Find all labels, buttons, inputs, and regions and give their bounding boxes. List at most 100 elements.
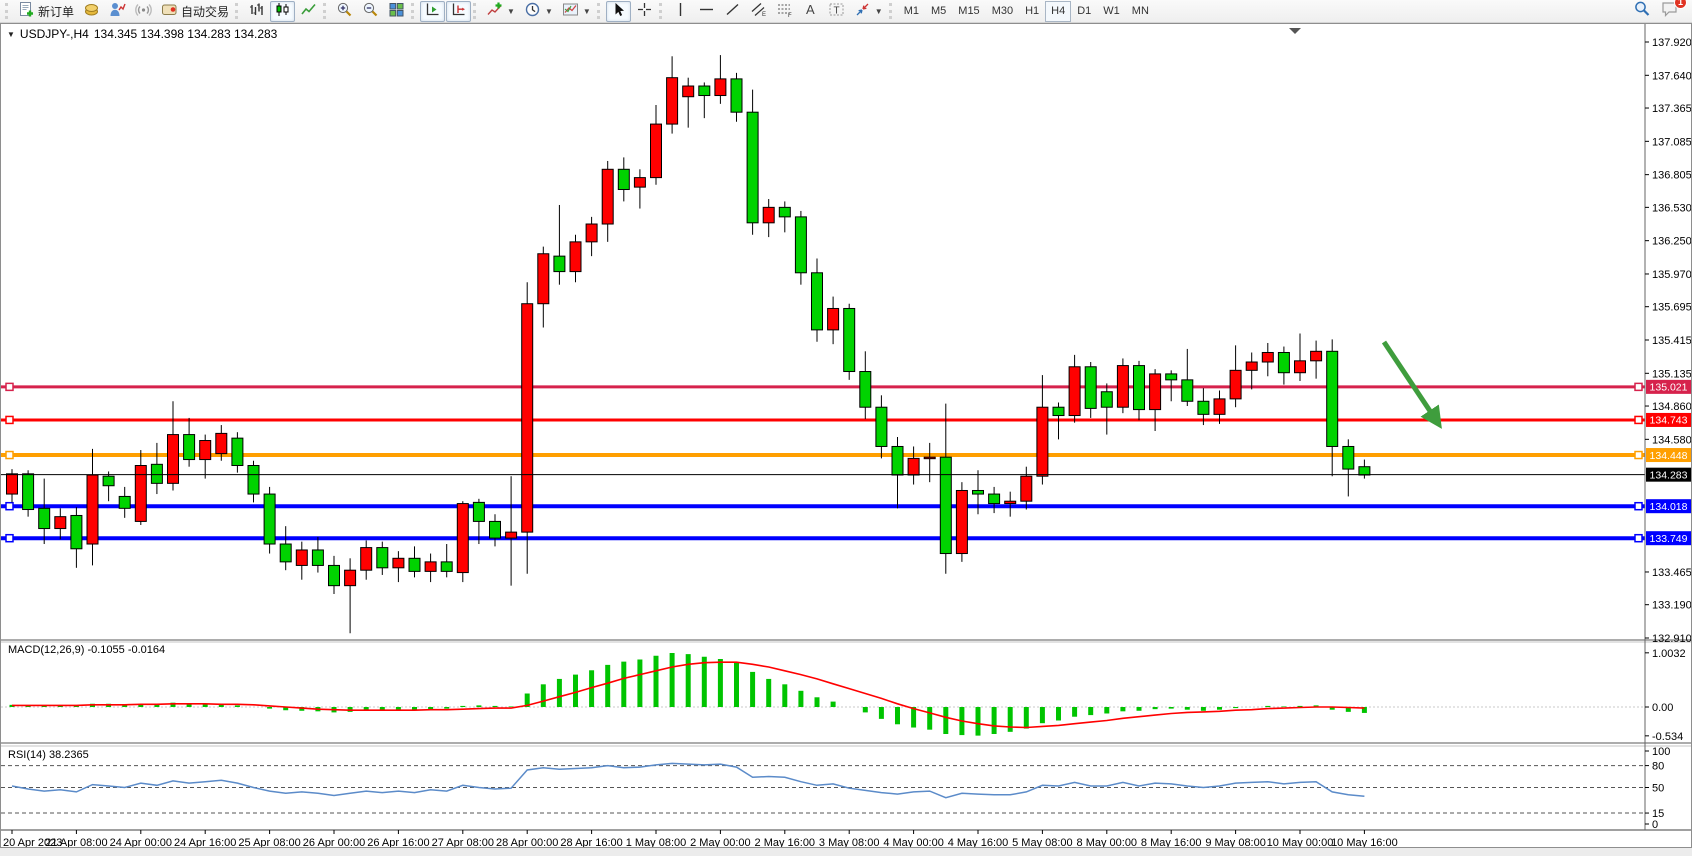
- arrows-button[interactable]: ▼: [850, 1, 887, 22]
- zoom-in-button[interactable]: [332, 1, 357, 22]
- tf-h1-button[interactable]: H1: [1019, 1, 1045, 22]
- candle: [7, 469, 18, 502]
- line-chart-button[interactable]: [296, 1, 321, 22]
- candle: [586, 217, 597, 256]
- hline-134448[interactable]: [1, 452, 1645, 459]
- collapse-triangle-icon[interactable]: ▼: [7, 30, 15, 39]
- periods-button[interactable]: ▼: [520, 1, 557, 22]
- time-label: 24 Apr 00:00: [110, 837, 172, 847]
- chat-button[interactable]: 1: [1661, 0, 1680, 23]
- time-label: 10 May 00:00: [1267, 837, 1334, 847]
- search-icon[interactable]: [1633, 0, 1651, 23]
- autoscroll-icon: [424, 1, 441, 21]
- candle: [23, 470, 34, 516]
- text-button[interactable]: A: [798, 1, 823, 22]
- candle: [1311, 341, 1322, 379]
- text-label-icon: T: [828, 1, 845, 21]
- trendline-button[interactable]: [720, 1, 745, 22]
- templates-button[interactable]: ▼: [558, 1, 595, 22]
- time-label: 21 Apr 08:00: [45, 837, 107, 847]
- candle: [1359, 460, 1370, 479]
- rsi-tick-label: 100: [1652, 746, 1670, 758]
- vertical-line-icon: [672, 1, 689, 21]
- hline-134018[interactable]: [1, 503, 1645, 510]
- price-tick-label: 134.860: [1652, 401, 1691, 413]
- vertical-line-button[interactable]: [668, 1, 693, 22]
- candle: [280, 526, 291, 570]
- cursor-button[interactable]: [606, 1, 631, 22]
- tf-d1-button[interactable]: D1: [1071, 1, 1097, 22]
- tf-m15-button[interactable]: M15: [952, 1, 985, 22]
- hline-133749[interactable]: [1, 535, 1645, 542]
- tile-windows-button[interactable]: [384, 1, 409, 22]
- candle: [1117, 358, 1128, 413]
- indicators-button[interactable]: ▼: [482, 1, 519, 22]
- time-label: 26 Apr 00:00: [303, 837, 365, 847]
- candle: [844, 304, 855, 380]
- price-tick-label: 133.190: [1652, 600, 1691, 612]
- price-tick-label: 132.910: [1652, 633, 1691, 645]
- hline-135021[interactable]: [1, 383, 1645, 390]
- candle: [1150, 369, 1161, 431]
- text-label-button[interactable]: T: [824, 1, 849, 22]
- profile-button[interactable]: [105, 1, 130, 22]
- styles-button[interactable]: [79, 1, 104, 22]
- bar-chart-button[interactable]: [244, 1, 269, 22]
- price-tick-label: 137.365: [1652, 103, 1691, 115]
- toolbar-grip: [323, 3, 328, 19]
- symbol-period-label: USDJPY-,H4: [20, 27, 89, 41]
- autotrading-button[interactable]: 自动交易: [157, 1, 233, 22]
- chart-canvas[interactable]: 137.920137.640137.365137.085136.805136.5…: [1, 24, 1691, 847]
- candle: [860, 351, 871, 419]
- toolbar-grip: [889, 3, 894, 19]
- candle: [699, 82, 710, 118]
- tf-m1-button[interactable]: M1: [898, 1, 925, 22]
- trend-arrow-annotation[interactable]: [1384, 342, 1438, 423]
- candle: [538, 247, 549, 328]
- tf-mn-button[interactable]: MN: [1126, 1, 1155, 22]
- time-label: 28 Apr 16:00: [560, 837, 622, 847]
- equidistant-channel-button[interactable]: E: [746, 1, 771, 22]
- candle: [828, 297, 839, 345]
- candle: [1021, 467, 1032, 510]
- tf-m5-button[interactable]: M5: [925, 1, 952, 22]
- toolbar-grip: [411, 3, 416, 19]
- candle: [168, 401, 179, 490]
- candlestick-chart-button[interactable]: [270, 1, 295, 22]
- candle: [1262, 343, 1273, 376]
- chart-shift-button[interactable]: [446, 1, 471, 22]
- price-tick-label: 135.415: [1652, 335, 1691, 347]
- candle: [876, 395, 887, 458]
- time-label: 26 Apr 16:00: [367, 837, 429, 847]
- chart-shift-marker[interactable]: [1289, 28, 1301, 34]
- price-badge: 133.749: [1646, 531, 1691, 545]
- autoscroll-button[interactable]: [420, 1, 445, 22]
- price-tick-label: 136.250: [1652, 236, 1691, 248]
- zoom-out-button[interactable]: [358, 1, 383, 22]
- candle: [956, 482, 967, 562]
- hline-134743[interactable]: [1, 416, 1645, 423]
- crosshair-icon: [636, 1, 653, 21]
- tf-m30-button[interactable]: M30: [986, 1, 1019, 22]
- candle: [1005, 492, 1016, 517]
- time-label: 9 May 08:00: [1205, 837, 1266, 847]
- toolbar-grip: [235, 3, 240, 19]
- candle: [490, 514, 501, 546]
- candle: [248, 461, 259, 503]
- time-label: 2 May 00:00: [690, 837, 751, 847]
- candle: [908, 446, 919, 484]
- tf-h4-button[interactable]: H4: [1045, 1, 1071, 22]
- signals-button[interactable]: [131, 1, 156, 22]
- price-tick-label: 134.580: [1652, 434, 1691, 446]
- macd-tick-label: 0.00: [1652, 702, 1673, 714]
- price-badge: 134.283: [1646, 468, 1691, 482]
- cursor-arrow-icon: [610, 1, 627, 21]
- fibonacci-button[interactable]: F: [772, 1, 797, 22]
- new-order-button[interactable]: 新订单: [14, 1, 78, 22]
- candle: [1295, 333, 1306, 381]
- tf-w1-button[interactable]: W1: [1097, 1, 1126, 22]
- candle: [570, 235, 581, 283]
- candle: [634, 169, 645, 208]
- crosshair-button[interactable]: [632, 1, 657, 22]
- horizontal-line-button[interactable]: [694, 1, 719, 22]
